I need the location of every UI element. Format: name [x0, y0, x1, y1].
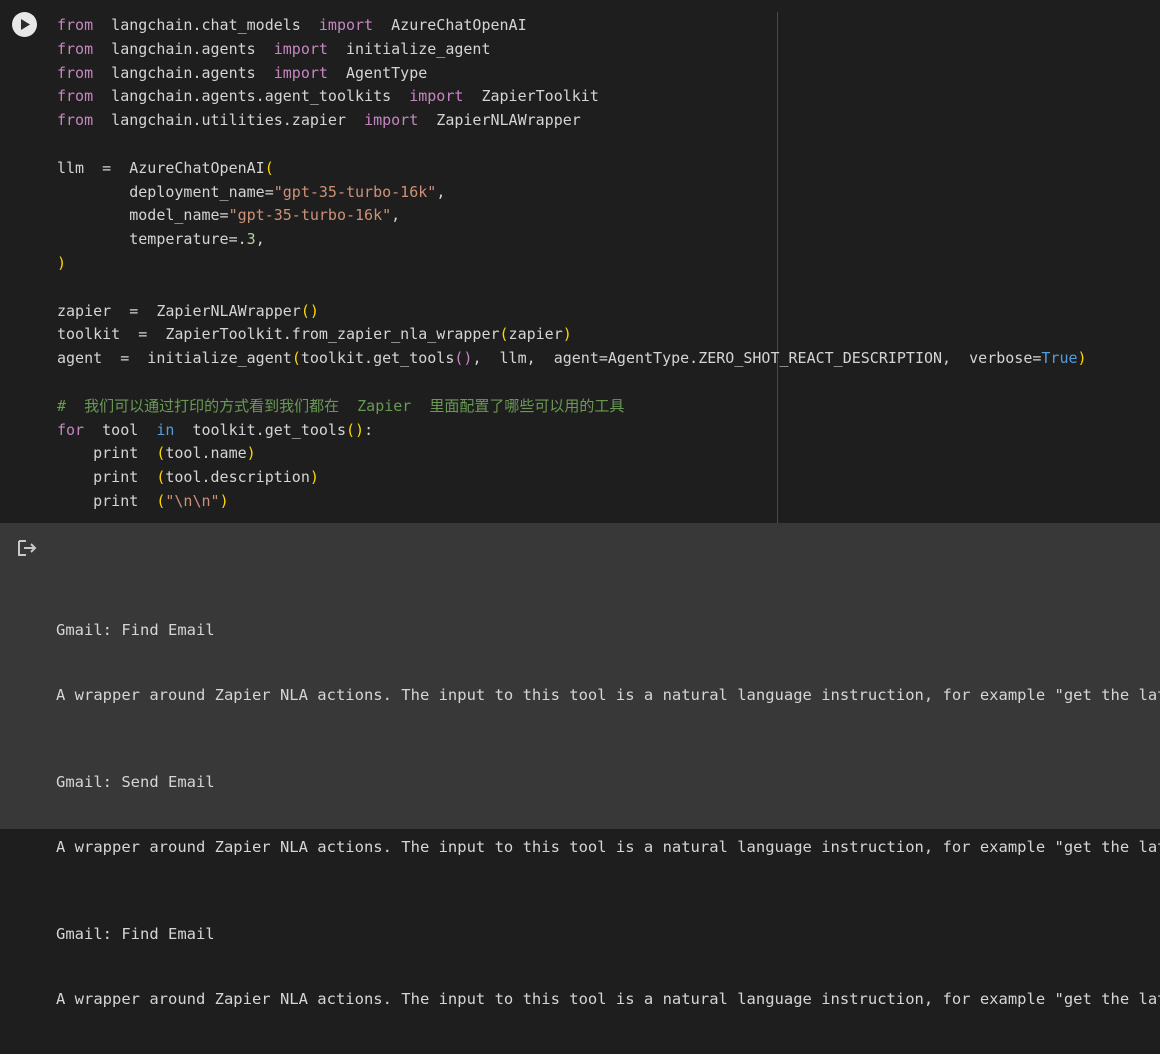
code-token: import: [409, 87, 464, 106]
code-line: print (tool.name): [57, 442, 1087, 466]
code-token: zapier: [508, 325, 563, 344]
code-token: import: [273, 63, 328, 82]
output-text: Gmail: Find Email A wrapper around Zapie…: [56, 534, 1160, 1033]
code-line: print ("\n\n"): [57, 490, 1087, 514]
code-token: langchain.utilities.zapier: [93, 111, 365, 130]
code-token: initialize_agent: [327, 39, 491, 58]
code-token: (): [346, 420, 365, 439]
code-line: from langchain.agents.agent_toolkits imp…: [57, 85, 1087, 109]
code-token: print: [57, 444, 157, 463]
code-token: in: [156, 420, 175, 439]
code-token: toolkit.get_tools: [300, 349, 455, 368]
code-line: from langchain.agents import initialize_…: [57, 38, 1087, 62]
code-line: model_name="gpt-35-turbo-16k",: [57, 204, 1087, 228]
code-line: # 我们可以通过打印的方式看到我们都在 Zapier 里面配置了哪些可以用的工具: [57, 395, 1087, 419]
code-token: # 我们可以通过打印的方式看到我们都在 Zapier 里面配置了哪些可以用的工具: [57, 396, 625, 415]
code-token: tool: [84, 420, 157, 439]
code-token: import: [318, 16, 374, 34]
code-token: (: [499, 325, 509, 344]
code-token: (: [291, 349, 301, 368]
code-token: ): [57, 253, 67, 272]
code-token: from: [57, 111, 94, 130]
code-line: for tool in toolkit.get_tools():: [57, 419, 1087, 443]
code-token: "gpt-35-turbo-16k": [273, 182, 437, 201]
code-token: deployment_name=: [57, 182, 274, 201]
code-token: toolkit = ZapierToolkit.from_zapier_nla_…: [57, 325, 500, 344]
code-token: ): [1077, 349, 1087, 368]
output-entry: Gmail: Send Email A wrapper around Zapie…: [56, 729, 1160, 856]
code-line: llm = AzureChatOpenAI(: [57, 157, 1087, 181]
code-token: from: [57, 63, 94, 82]
code-token: llm = AzureChatOpenAI: [57, 158, 265, 177]
code-token: for: [57, 420, 85, 439]
code-token: ): [246, 444, 256, 463]
code-token: ): [562, 325, 572, 344]
output-arrow-icon[interactable]: [16, 537, 38, 559]
code-token: ,: [391, 206, 401, 225]
code-token: AzureChatOpenAI: [373, 16, 527, 34]
code-token: import: [273, 39, 328, 58]
code-editor[interactable]: from langchain.chat_models import AzureC…: [0, 0, 1160, 523]
code-token: temperature=.: [57, 230, 247, 249]
tool-description: A wrapper around Zapier NLA actions. The…: [56, 989, 1160, 1008]
code-line: agent = initialize_agent(toolkit.get_too…: [57, 347, 1087, 371]
code-line: zapier = ZapierNLAWrapper(): [57, 300, 1087, 324]
code-token: model_name=: [57, 206, 229, 225]
code-line: temperature=.3,: [57, 228, 1087, 252]
code-token: ZapierNLAWrapper: [418, 111, 581, 130]
code-token: :: [364, 420, 374, 439]
code-token: (): [300, 301, 319, 320]
code-token: from: [57, 39, 94, 58]
code-token: True: [1041, 349, 1078, 368]
code-text[interactable]: from langchain.chat_models import AzureC…: [57, 14, 1087, 514]
code-token: , llm, agent=AgentType.ZERO_SHOT_REACT_D…: [472, 349, 1042, 368]
code-token: from: [57, 16, 94, 34]
code-token: tool.description: [165, 468, 310, 487]
run-cell-button[interactable]: [12, 12, 37, 37]
code-token: 3: [246, 230, 256, 249]
code-token: zapier = ZapierNLAWrapper: [57, 301, 301, 320]
code-token: print: [57, 491, 157, 510]
code-line: toolkit = ZapierToolkit.from_zapier_nla_…: [57, 323, 1087, 347]
code-line: print (tool.description): [57, 466, 1087, 490]
code-token: import: [364, 111, 419, 130]
play-icon: [20, 19, 30, 30]
code-line: from langchain.agents import AgentType: [57, 62, 1087, 86]
tool-name: Gmail: Send Email: [56, 773, 215, 792]
code-token: langchain.agents: [93, 63, 274, 82]
code-token: from: [57, 87, 94, 106]
code-token: langchain.agents.agent_toolkits: [93, 87, 410, 106]
cell-output: Gmail: Find Email A wrapper around Zapie…: [0, 523, 1160, 1008]
code-token: (: [264, 158, 274, 177]
code-line: deployment_name="gpt-35-turbo-16k",: [57, 181, 1087, 205]
code-token: (): [454, 349, 473, 368]
notebook-cell: from langchain.chat_models import AzureC…: [0, 0, 1160, 1008]
tool-description: A wrapper around Zapier NLA actions. The…: [56, 838, 1160, 857]
code-token: langchain.agents: [93, 39, 274, 58]
code-token: ZapierToolkit: [463, 87, 599, 106]
tool-description: A wrapper around Zapier NLA actions. The…: [56, 686, 1160, 705]
code-token: ,: [436, 182, 446, 201]
code-token: "\n\n": [165, 491, 220, 510]
output-entry: Gmail: Find Email A wrapper around Zapie…: [56, 577, 1160, 704]
code-token: ,: [255, 230, 265, 249]
output-entry: Gmail: Find Email A wrapper around Zapie…: [56, 881, 1160, 1008]
code-token: print: [57, 468, 157, 487]
code-line: from langchain.utilities.zapier import Z…: [57, 109, 1087, 133]
tool-name: Gmail: Find Email: [56, 621, 215, 640]
code-token: ): [309, 468, 319, 487]
code-token: tool.name: [165, 444, 247, 463]
code-line: ): [57, 252, 1087, 276]
code-token: toolkit.get_tools: [174, 420, 346, 439]
code-token: langchain.chat_models: [93, 16, 319, 34]
code-token: AgentType: [327, 63, 428, 82]
code-token: agent = initialize_agent: [57, 349, 292, 368]
code-line: from langchain.chat_models import AzureC…: [57, 14, 1087, 38]
code-token: ): [219, 491, 229, 510]
code-token: "gpt-35-turbo-16k": [228, 206, 392, 225]
tool-name: Gmail: Find Email: [56, 925, 215, 944]
